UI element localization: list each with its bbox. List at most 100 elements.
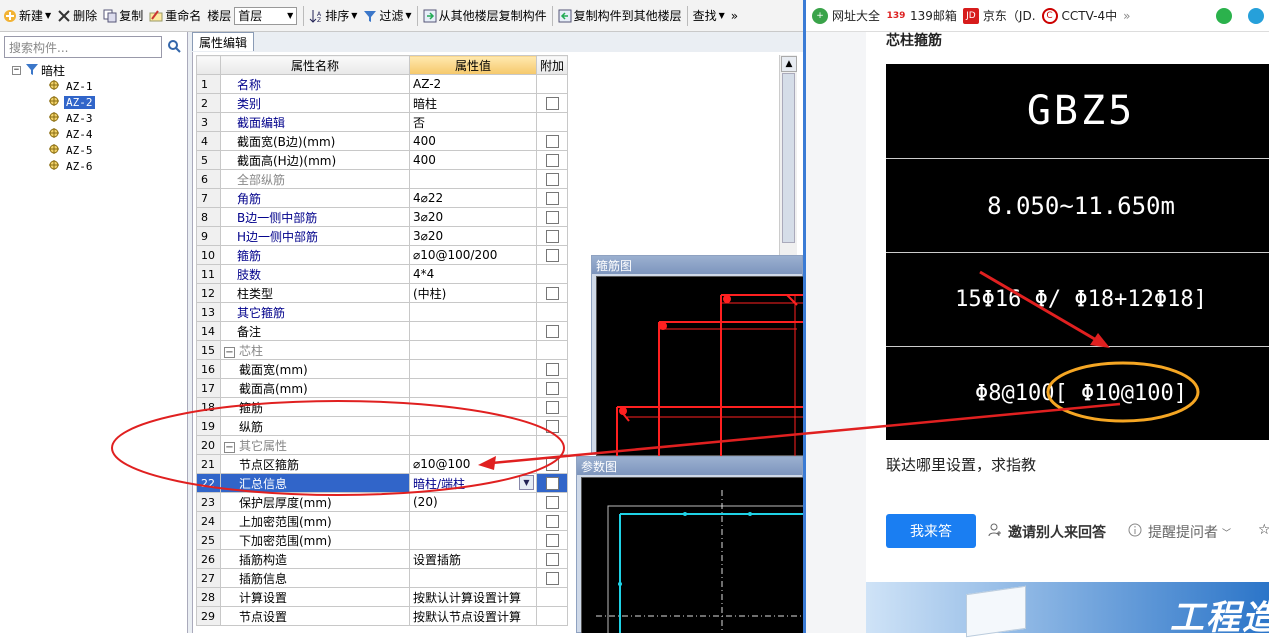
property-value[interactable]: 按默认节点设置计算 (409, 606, 537, 626)
attach-checkbox[interactable] (545, 401, 559, 414)
copy-from-floor-button[interactable]: 从其他楼层复制构件 (420, 4, 550, 28)
attach-checkbox[interactable] (545, 97, 559, 110)
copy-button[interactable]: 复制 (100, 4, 146, 28)
tree-item[interactable]: AZ-3 (48, 110, 95, 126)
property-row[interactable]: 9 H边一侧中部筋 3⌀20 (196, 226, 569, 246)
property-value[interactable] (409, 568, 537, 588)
tree-item[interactable]: AZ-6 (48, 158, 95, 174)
property-value[interactable]: (20) (409, 492, 537, 512)
property-row[interactable]: 17 截面高(mm) (196, 378, 569, 398)
bookmarks-overflow-button[interactable]: » (1123, 9, 1130, 23)
property-row[interactable]: 19 纵筋 (196, 416, 569, 436)
property-row[interactable]: 3 截面编辑否 (196, 112, 569, 132)
property-row[interactable]: 21 节点区箍筋 ⌀10@100 (196, 454, 569, 474)
chevron-down-icon[interactable]: ▼ (519, 475, 534, 490)
property-value[interactable]: 4*4 (409, 264, 537, 284)
property-value[interactable]: 3⌀20 (409, 226, 537, 246)
property-value[interactable] (409, 302, 537, 322)
search-input[interactable]: 搜索构件... (4, 36, 162, 58)
answer-button[interactable]: 我来答 (886, 514, 976, 548)
attach-checkbox[interactable] (545, 135, 559, 148)
property-value[interactable] (409, 511, 537, 531)
scroll-up-arrow-icon[interactable]: ▲ (781, 56, 797, 72)
property-row[interactable]: 18 箍筋 (196, 397, 569, 417)
invite-button[interactable]: 邀请别人来回答 (988, 522, 1106, 542)
property-row[interactable]: 22 汇总信息 暗柱/端柱 ▼ (196, 473, 569, 493)
tab-property-edit[interactable]: 属性编辑 (192, 32, 255, 51)
property-row[interactable]: 28 计算设置 按默认计算设置计算 (196, 587, 569, 607)
attach-checkbox[interactable] (545, 192, 559, 205)
floor-select[interactable]: 首层 ▼ (234, 6, 298, 25)
attach-checkbox[interactable] (545, 420, 559, 433)
property-row[interactable]: 14 备注 (196, 321, 569, 341)
property-row[interactable]: 8 B边一侧中部筋 3⌀20 (196, 207, 569, 227)
property-row[interactable]: 2 类别 暗柱 (196, 93, 569, 113)
property-row[interactable]: 24 上加密范围(mm) (196, 511, 569, 531)
property-value[interactable]: ⌀10@100 (409, 454, 537, 474)
collapse-icon[interactable]: − (224, 441, 235, 453)
delete-button[interactable]: 删除 (54, 4, 100, 28)
bookmark-jd[interactable]: JD 京东（JD. (962, 7, 1036, 24)
attach-checkbox[interactable] (545, 230, 559, 243)
property-row[interactable]: 5 截面高(H边)(mm) 400 (196, 150, 569, 170)
property-row[interactable]: 15− 芯柱 (196, 340, 569, 360)
property-value[interactable] (409, 321, 537, 341)
property-value[interactable] (409, 435, 537, 455)
property-row[interactable]: 25 下加密范围(mm) (196, 530, 569, 550)
property-row[interactable]: 1 名称 AZ-2 (196, 74, 569, 94)
property-row[interactable]: 29 节点设置 按默认节点设置计算 (196, 606, 569, 626)
property-row[interactable]: 13 其它箍筋 (196, 302, 569, 322)
property-row[interactable]: 10 箍筋 ⌀10@100/200 (196, 245, 569, 265)
property-value[interactable]: 3⌀20 (409, 207, 537, 227)
property-value[interactable]: 按默认计算设置计算 (409, 587, 537, 607)
attach-checkbox[interactable] (545, 154, 559, 167)
property-value[interactable]: 暗柱 (409, 93, 537, 113)
bookmark-139-mail[interactable]: 139 139邮箱 (886, 7, 957, 24)
property-row[interactable]: 11 肢数 4*4 (196, 264, 569, 284)
tree-item[interactable]: AZ-4 (48, 126, 95, 142)
bookmark-web-directory[interactable]: + 网址大全 (812, 7, 880, 24)
property-value[interactable] (409, 378, 537, 398)
property-value[interactable] (409, 169, 537, 189)
attach-checkbox[interactable] (545, 458, 559, 471)
attach-checkbox[interactable] (545, 534, 559, 547)
property-value[interactable] (409, 530, 537, 550)
new-button[interactable]: 新建 ▼ (0, 4, 54, 28)
collapse-icon[interactable]: − (12, 65, 21, 75)
attach-checkbox[interactable] (545, 363, 559, 376)
attach-checkbox[interactable] (545, 173, 559, 186)
collapse-icon[interactable]: − (224, 346, 235, 358)
attach-checkbox[interactable] (545, 572, 559, 585)
copy-to-floor-button[interactable]: 复制构件到其他楼层 (555, 4, 685, 28)
attach-checkbox[interactable] (545, 382, 559, 395)
property-row[interactable]: 26 插筋构造 设置插筋 (196, 549, 569, 569)
tree-root[interactable]: − 暗柱 (12, 62, 67, 78)
property-row[interactable]: 6 全部纵筋 (196, 169, 569, 189)
property-value[interactable]: 400 (409, 131, 537, 151)
find-button[interactable]: 查找 ▼ (690, 4, 728, 28)
attach-checkbox[interactable] (545, 496, 559, 509)
filter-button[interactable]: 过滤 ▼ (360, 4, 414, 28)
property-row[interactable]: 20− 其它属性 (196, 435, 569, 455)
property-row[interactable]: 16 截面宽(mm) (196, 359, 569, 379)
rename-button[interactable]: 重命名 (146, 4, 204, 28)
ad-banner[interactable]: 工程造 (866, 582, 1269, 638)
attach-checkbox[interactable] (545, 477, 559, 490)
property-row[interactable]: 27 插筋信息 (196, 568, 569, 588)
property-row[interactable]: 7 角筋 4⌀22 (196, 188, 569, 208)
attach-checkbox[interactable] (545, 211, 559, 224)
attach-checkbox[interactable] (545, 553, 559, 566)
attach-checkbox[interactable] (545, 249, 559, 262)
property-value[interactable]: 否 (409, 112, 537, 132)
property-value[interactable]: AZ-2 (409, 74, 537, 94)
search-button[interactable] (164, 36, 184, 58)
toolbar-overflow-button[interactable]: » (728, 4, 741, 28)
property-value[interactable]: 4⌀22 (409, 188, 537, 208)
property-value[interactable]: 400 (409, 150, 537, 170)
property-value[interactable] (409, 397, 537, 417)
extension-icon[interactable] (1248, 7, 1268, 24)
property-row[interactable]: 4 截面宽(B边)(mm) 400 (196, 131, 569, 151)
attach-checkbox[interactable] (545, 325, 559, 338)
remind-button[interactable]: 提醒提问者 ﹀ (1128, 522, 1231, 542)
property-value[interactable]: ⌀10@100/200 (409, 245, 537, 265)
